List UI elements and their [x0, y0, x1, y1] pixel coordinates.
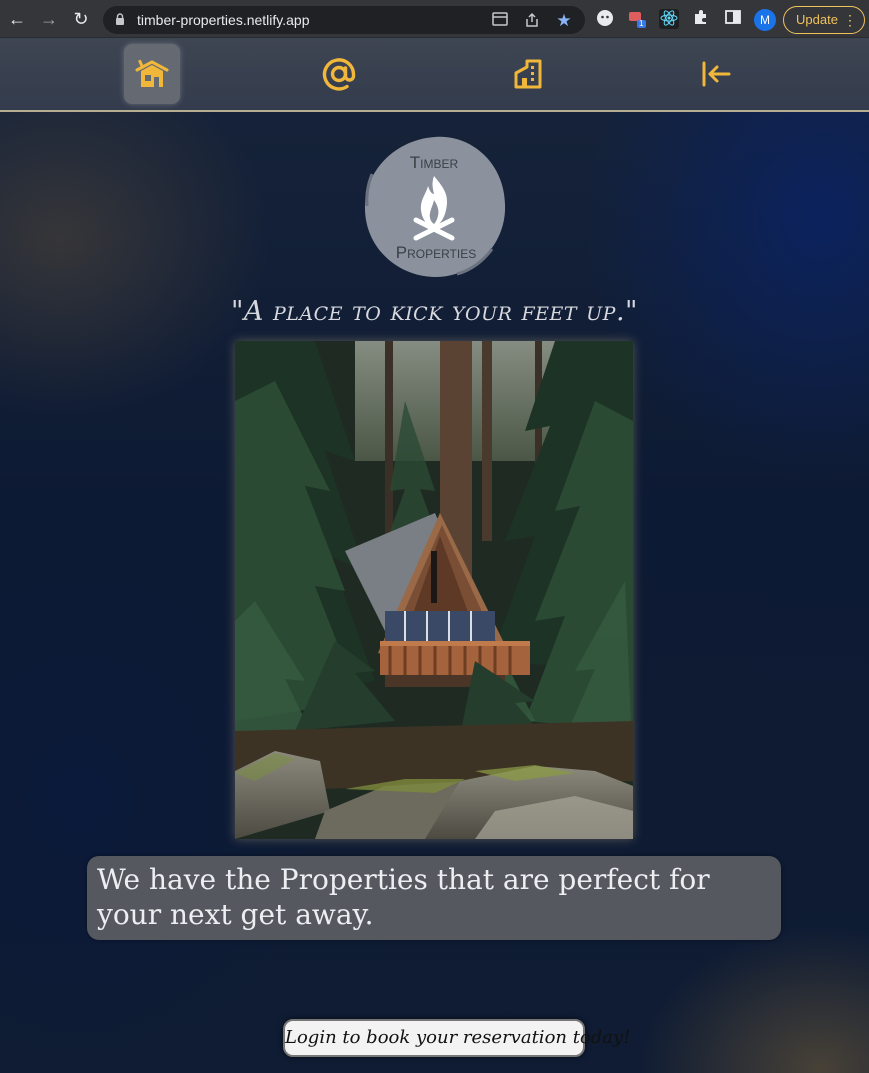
share-icon[interactable] [523, 12, 541, 30]
bookmark-star-icon[interactable]: ★ [555, 12, 573, 30]
update-label: Update [796, 12, 838, 27]
profile-avatar[interactable]: M [754, 9, 776, 31]
forward-icon[interactable]: → [38, 8, 60, 30]
logo-line-1: Timber [410, 153, 459, 172]
address-bar[interactable]: timber-properties.netlify.app ★ [103, 6, 585, 34]
puzzle-extensions-icon[interactable] [691, 9, 711, 29]
lock-icon [116, 13, 124, 25]
logo-line-2: Properties [396, 243, 476, 262]
nav-home[interactable] [124, 44, 180, 104]
timber-properties-logo[interactable]: Timber Properties [362, 134, 508, 280]
tab-search-icon[interactable] [491, 12, 509, 30]
cabin-forest-illustration [235, 341, 633, 839]
extension-badge: 1 [639, 19, 644, 28]
extension-face-icon[interactable] [595, 9, 615, 29]
menu-dots-icon[interactable]: ⋮ [843, 7, 857, 33]
house-icon [135, 59, 169, 87]
pitch-text: We have the Properties that are perfect … [87, 856, 781, 940]
arrow-left-bar-icon [702, 61, 731, 87]
tagline: "A place to kick your feet up." [231, 296, 638, 327]
back-icon[interactable]: ← [6, 8, 28, 30]
update-button[interactable]: Update ⋮ [783, 6, 865, 34]
nav-contact[interactable] [311, 44, 367, 104]
site-navbar [0, 38, 869, 112]
hero-image [235, 341, 633, 839]
url-text: timber-properties.netlify.app [137, 12, 310, 28]
page: Timber Properties "A place to kick your … [0, 38, 869, 1073]
react-devtools-icon[interactable] [659, 9, 679, 29]
building-icon [514, 59, 542, 89]
login-cta-button[interactable]: Login to book your reservation today! [283, 1019, 630, 1057]
browser-toolbar: ← → ↻ timber-properties.netlify.app ★ 1 … [0, 0, 869, 38]
side-panel-icon[interactable] [723, 9, 743, 29]
nav-logout[interactable] [688, 44, 744, 104]
at-sign-icon [322, 58, 356, 91]
extension-tag-icon[interactable]: 1 [628, 9, 648, 29]
reload-icon[interactable]: ↻ [70, 8, 92, 30]
nav-properties[interactable] [500, 44, 556, 104]
